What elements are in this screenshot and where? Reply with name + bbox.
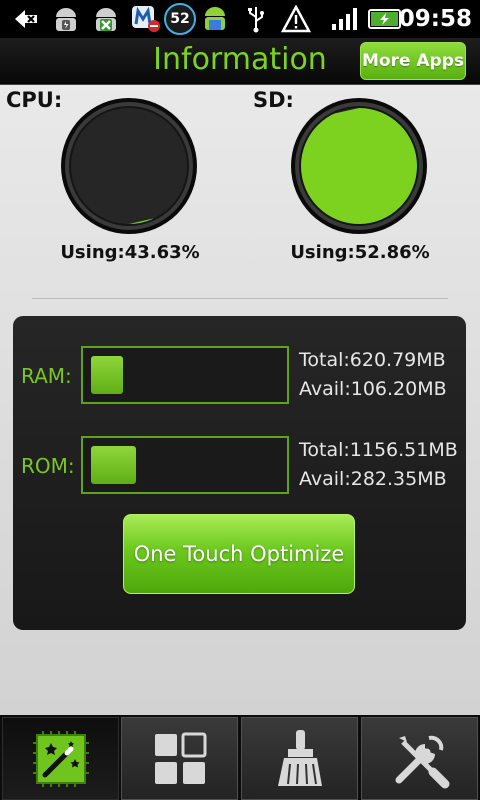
notification-count: 52 — [164, 3, 196, 35]
clock: 09:58 — [398, 6, 472, 32]
memory-panel: RAM: Total:620.79MB Avail:106.20MB ROM: … — [13, 316, 466, 630]
usb-icon — [242, 4, 270, 34]
ram-usage-bar — [81, 346, 289, 404]
cpu-label: CPU: — [6, 88, 63, 112]
ram-label: RAM: — [21, 364, 72, 388]
warning-icon — [280, 4, 312, 34]
one-touch-optimize-button[interactable]: One Touch Optimize — [123, 514, 355, 594]
divider — [32, 298, 448, 300]
ram-avail: Avail:106.20MB — [299, 378, 447, 400]
title-bar: Information More Apps — [0, 38, 480, 85]
ram-total: Total:620.79MB — [299, 349, 446, 371]
maxthon-blocked-icon — [128, 4, 164, 34]
bottom-tab-bar — [0, 715, 480, 800]
tab-cleaner[interactable] — [241, 717, 358, 800]
tab-apps[interactable] — [121, 717, 238, 800]
rom-usage-fill — [91, 446, 136, 484]
rom-label: ROM: — [21, 454, 75, 478]
rom-total: Total:1156.51MB — [299, 439, 458, 461]
broom-icon — [277, 729, 322, 786]
tab-info[interactable] — [2, 717, 119, 800]
signal-icon — [330, 4, 360, 34]
tab-tools[interactable] — [361, 717, 478, 800]
cpu-gauge — [61, 98, 197, 234]
sd-label: SD: — [253, 88, 294, 112]
status-bar: 52 09:58 — [0, 0, 480, 38]
android-download-icon — [198, 4, 232, 34]
sd-gauge — [291, 98, 427, 234]
back-arrow-icon — [10, 4, 42, 34]
android-error-icon — [88, 4, 124, 34]
rom-avail: Avail:282.35MB — [299, 468, 447, 490]
android-charging-icon — [48, 4, 84, 34]
cpu-usage-text: Using:43.63% — [60, 242, 200, 263]
sd-usage-text: Using:52.86% — [290, 242, 430, 263]
wrench-screwdriver-icon — [395, 735, 449, 788]
more-apps-button[interactable]: More Apps — [360, 42, 466, 80]
magic-wand-chip-icon — [32, 730, 89, 787]
rom-usage-bar — [81, 436, 289, 494]
grid-squares-icon — [154, 732, 206, 784]
ram-usage-fill — [91, 356, 123, 394]
badge-52-icon: 52 — [164, 3, 196, 35]
